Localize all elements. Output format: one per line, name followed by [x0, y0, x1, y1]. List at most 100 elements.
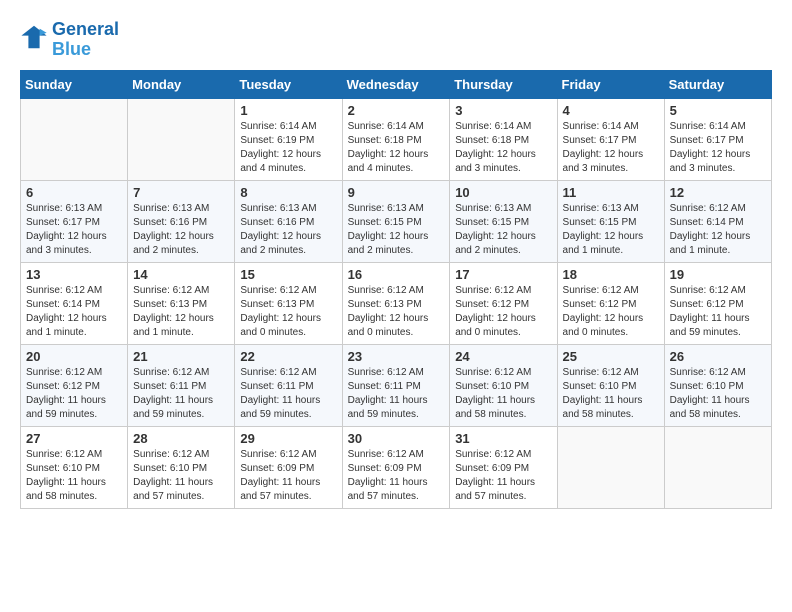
day-info: Sunrise: 6:12 AM Sunset: 6:13 PM Dayligh…	[133, 284, 229, 340]
day-number: 21	[133, 349, 229, 364]
day-number: 16	[348, 267, 445, 282]
day-info: Sunrise: 6:12 AM Sunset: 6:13 PM Dayligh…	[240, 284, 336, 340]
calendar-cell: 15 Sunrise: 6:12 AM Sunset: 6:13 PM Dayli…	[235, 262, 342, 344]
day-number: 23	[348, 349, 445, 364]
day-number: 27	[26, 431, 122, 446]
calendar-table: SundayMondayTuesdayWednesdayThursdayFrid…	[20, 70, 772, 509]
logo-icon	[20, 23, 48, 56]
weekday-header-saturday: Saturday	[664, 70, 771, 98]
day-info: Sunrise: 6:13 AM Sunset: 6:15 PM Dayligh…	[455, 202, 551, 258]
day-number: 19	[670, 267, 766, 282]
day-info: Sunrise: 6:12 AM Sunset: 6:14 PM Dayligh…	[26, 284, 122, 340]
day-number: 20	[26, 349, 122, 364]
day-info: Sunrise: 6:13 AM Sunset: 6:16 PM Dayligh…	[240, 202, 336, 258]
calendar-cell: 29 Sunrise: 6:12 AM Sunset: 6:09 PM Dayli…	[235, 426, 342, 508]
day-info: Sunrise: 6:12 AM Sunset: 6:10 PM Dayligh…	[455, 366, 551, 422]
calendar-cell: 14 Sunrise: 6:12 AM Sunset: 6:13 PM Dayli…	[128, 262, 235, 344]
calendar-cell: 7 Sunrise: 6:13 AM Sunset: 6:16 PM Daylig…	[128, 180, 235, 262]
weekday-header-wednesday: Wednesday	[342, 70, 450, 98]
day-number: 26	[670, 349, 766, 364]
calendar-week-row: 27 Sunrise: 6:12 AM Sunset: 6:10 PM Dayli…	[21, 426, 772, 508]
day-info: Sunrise: 6:13 AM Sunset: 6:15 PM Dayligh…	[563, 202, 659, 258]
day-number: 24	[455, 349, 551, 364]
day-info: Sunrise: 6:12 AM Sunset: 6:11 PM Dayligh…	[348, 366, 445, 422]
day-info: Sunrise: 6:14 AM Sunset: 6:18 PM Dayligh…	[455, 120, 551, 176]
calendar-cell	[664, 426, 771, 508]
weekday-header-thursday: Thursday	[450, 70, 557, 98]
day-info: Sunrise: 6:12 AM Sunset: 6:10 PM Dayligh…	[563, 366, 659, 422]
day-info: Sunrise: 6:14 AM Sunset: 6:17 PM Dayligh…	[670, 120, 766, 176]
day-number: 7	[133, 185, 229, 200]
calendar-cell: 19 Sunrise: 6:12 AM Sunset: 6:12 PM Dayli…	[664, 262, 771, 344]
calendar-week-row: 1 Sunrise: 6:14 AM Sunset: 6:19 PM Daylig…	[21, 98, 772, 180]
calendar-cell	[21, 98, 128, 180]
calendar-cell: 10 Sunrise: 6:13 AM Sunset: 6:15 PM Dayli…	[450, 180, 557, 262]
day-info: Sunrise: 6:12 AM Sunset: 6:11 PM Dayligh…	[240, 366, 336, 422]
day-number: 9	[348, 185, 445, 200]
day-info: Sunrise: 6:12 AM Sunset: 6:14 PM Dayligh…	[670, 202, 766, 258]
day-info: Sunrise: 6:13 AM Sunset: 6:16 PM Dayligh…	[133, 202, 229, 258]
calendar-cell: 5 Sunrise: 6:14 AM Sunset: 6:17 PM Daylig…	[664, 98, 771, 180]
calendar-cell: 17Sunrise: 6:12 AM Sunset: 6:12 PM Dayli…	[450, 262, 557, 344]
weekday-header-monday: Monday	[128, 70, 235, 98]
day-info: Sunrise: 6:12 AM Sunset: 6:12 PM Dayligh…	[670, 284, 766, 340]
day-number: 29	[240, 431, 336, 446]
day-info: Sunrise: 6:14 AM Sunset: 6:19 PM Dayligh…	[240, 120, 336, 176]
day-info: Sunrise: 6:12 AM Sunset: 6:11 PM Dayligh…	[133, 366, 229, 422]
logo: General Blue	[20, 20, 119, 60]
calendar-cell: 4 Sunrise: 6:14 AM Sunset: 6:17 PM Daylig…	[557, 98, 664, 180]
day-number: 4	[563, 103, 659, 118]
day-info: Sunrise: 6:12 AM Sunset: 6:12 PM Dayligh…	[26, 366, 122, 422]
day-number: 13	[26, 267, 122, 282]
calendar-cell: 8 Sunrise: 6:13 AM Sunset: 6:16 PM Daylig…	[235, 180, 342, 262]
day-number: 8	[240, 185, 336, 200]
weekday-header-row: SundayMondayTuesdayWednesdayThursdayFrid…	[21, 70, 772, 98]
weekday-header-tuesday: Tuesday	[235, 70, 342, 98]
calendar-cell: 31 Sunrise: 6:12 AM Sunset: 6:09 PM Dayli…	[450, 426, 557, 508]
weekday-header-sunday: Sunday	[21, 70, 128, 98]
day-info: Sunrise: 6:12 AM Sunset: 6:09 PM Dayligh…	[455, 448, 551, 504]
day-number: 1	[240, 103, 336, 118]
calendar-cell: 21 Sunrise: 6:12 AM Sunset: 6:11 PM Dayli…	[128, 344, 235, 426]
calendar-cell: 1 Sunrise: 6:14 AM Sunset: 6:19 PM Daylig…	[235, 98, 342, 180]
calendar-cell	[557, 426, 664, 508]
calendar-cell: 20 Sunrise: 6:12 AM Sunset: 6:12 PM Dayli…	[21, 344, 128, 426]
day-info: Sunrise: 6:12 AM Sunset: 6:10 PM Dayligh…	[26, 448, 122, 504]
calendar-cell: 6Sunrise: 6:13 AM Sunset: 6:17 PM Daylig…	[21, 180, 128, 262]
calendar-cell: 28Sunrise: 6:12 AM Sunset: 6:10 PM Dayli…	[128, 426, 235, 508]
calendar-week-row: 20 Sunrise: 6:12 AM Sunset: 6:12 PM Dayli…	[21, 344, 772, 426]
calendar-cell: 13 Sunrise: 6:12 AM Sunset: 6:14 PM Dayli…	[21, 262, 128, 344]
weekday-header-friday: Friday	[557, 70, 664, 98]
day-info: Sunrise: 6:14 AM Sunset: 6:18 PM Dayligh…	[348, 120, 445, 176]
calendar-cell: 12 Sunrise: 6:12 AM Sunset: 6:14 PM Dayli…	[664, 180, 771, 262]
day-number: 5	[670, 103, 766, 118]
calendar-week-row: 6Sunrise: 6:13 AM Sunset: 6:17 PM Daylig…	[21, 180, 772, 262]
day-number: 31	[455, 431, 551, 446]
calendar-cell: 11Sunrise: 6:13 AM Sunset: 6:15 PM Dayli…	[557, 180, 664, 262]
calendar-cell: 23 Sunrise: 6:12 AM Sunset: 6:11 PM Dayli…	[342, 344, 450, 426]
calendar-cell: 3Sunrise: 6:14 AM Sunset: 6:18 PM Daylig…	[450, 98, 557, 180]
day-info: Sunrise: 6:14 AM Sunset: 6:17 PM Dayligh…	[563, 120, 659, 176]
page-header: General Blue	[20, 20, 772, 60]
day-number: 12	[670, 185, 766, 200]
day-number: 6	[26, 185, 122, 200]
calendar-cell: 27 Sunrise: 6:12 AM Sunset: 6:10 PM Dayli…	[21, 426, 128, 508]
calendar-cell: 24 Sunrise: 6:12 AM Sunset: 6:10 PM Dayli…	[450, 344, 557, 426]
day-info: Sunrise: 6:12 AM Sunset: 6:12 PM Dayligh…	[563, 284, 659, 340]
day-info: Sunrise: 6:12 AM Sunset: 6:09 PM Dayligh…	[348, 448, 445, 504]
day-info: Sunrise: 6:12 AM Sunset: 6:10 PM Dayligh…	[133, 448, 229, 504]
calendar-week-row: 13 Sunrise: 6:12 AM Sunset: 6:14 PM Dayli…	[21, 262, 772, 344]
day-info: Sunrise: 6:12 AM Sunset: 6:13 PM Dayligh…	[348, 284, 445, 340]
day-number: 14	[133, 267, 229, 282]
day-number: 30	[348, 431, 445, 446]
day-number: 15	[240, 267, 336, 282]
day-info: Sunrise: 6:13 AM Sunset: 6:15 PM Dayligh…	[348, 202, 445, 258]
calendar-cell: 30 Sunrise: 6:12 AM Sunset: 6:09 PM Dayli…	[342, 426, 450, 508]
calendar-cell	[128, 98, 235, 180]
calendar-cell: 26 Sunrise: 6:12 AM Sunset: 6:10 PM Dayli…	[664, 344, 771, 426]
day-number: 10	[455, 185, 551, 200]
day-info: Sunrise: 6:12 AM Sunset: 6:09 PM Dayligh…	[240, 448, 336, 504]
calendar-cell: 2Sunrise: 6:14 AM Sunset: 6:18 PM Daylig…	[342, 98, 450, 180]
day-info: Sunrise: 6:12 AM Sunset: 6:10 PM Dayligh…	[670, 366, 766, 422]
calendar-cell: 16 Sunrise: 6:12 AM Sunset: 6:13 PM Dayli…	[342, 262, 450, 344]
